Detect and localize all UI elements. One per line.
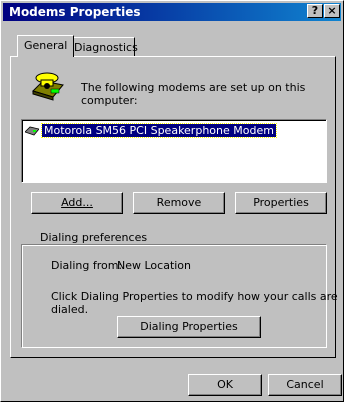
help-button[interactable]: ? — [307, 4, 323, 18]
dialing-hint-line2: dialed. — [51, 303, 89, 316]
modem-device-icon — [24, 126, 40, 136]
cancel-button-label: Cancel — [286, 378, 324, 391]
window-title: Modems Properties — [9, 5, 141, 19]
modem-item-label: Motorola SM56 PCI Speakerphone Modem — [41, 123, 277, 138]
properties-button-label: Properties — [253, 196, 309, 209]
dialing-properties-button-label: Dialing Properties — [140, 320, 238, 333]
tab-diagnostics-label: Diagnostics — [74, 41, 138, 54]
modem-list[interactable]: Motorola SM56 PCI Speakerphone Modem — [21, 119, 327, 183]
ok-button-label: OK — [217, 378, 233, 391]
modems-properties-window: Modems Properties ? × General Diagnostic… — [0, 0, 344, 402]
add-button[interactable]: Add... — [31, 192, 123, 214]
dialing-hint-line1: Click Dialing Properties to modify how y… — [51, 290, 338, 303]
tab-diagnostics[interactable]: Diagnostics — [67, 37, 138, 57]
add-button-label: Add... — [61, 196, 93, 209]
dialing-from-label: Dialing from: — [51, 259, 123, 272]
list-item[interactable]: Motorola SM56 PCI Speakerphone Modem — [24, 123, 277, 138]
dialing-preferences-label: Dialing preferences — [37, 231, 151, 244]
telephone-modem-icon — [31, 69, 65, 101]
ok-button[interactable]: OK — [188, 374, 262, 396]
tab-general-label: General — [24, 39, 68, 52]
dialing-properties-button[interactable]: Dialing Properties — [117, 316, 261, 338]
tab-general[interactable]: General — [17, 35, 75, 57]
dialing-from-value: New Location — [117, 259, 192, 272]
close-button[interactable]: × — [324, 4, 340, 18]
remove-button[interactable]: Remove — [133, 192, 225, 214]
title-bar: Modems Properties — [3, 3, 341, 21]
properties-button[interactable]: Properties — [235, 192, 327, 214]
remove-button-label: Remove — [156, 196, 202, 209]
cancel-button[interactable]: Cancel — [268, 374, 342, 396]
intro-text: The following modems are set up on this … — [81, 81, 306, 107]
